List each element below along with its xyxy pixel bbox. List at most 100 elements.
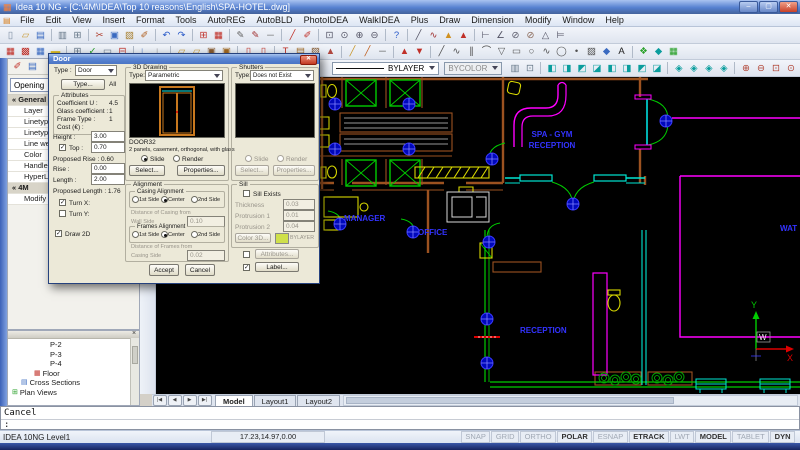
tab-last-button[interactable]: ▶| (198, 395, 212, 406)
status-toggle[interactable]: SNAP (461, 431, 490, 443)
insert-table-icon[interactable]: ⊞ (197, 29, 211, 42)
status-toggle[interactable]: GRID (491, 431, 519, 443)
image-tool-icon[interactable]: ▦ (667, 45, 681, 58)
top-checkbox[interactable] (59, 144, 66, 151)
scrollbar-thumb[interactable] (132, 346, 138, 364)
draw-line-icon[interactable]: ╱ (412, 29, 426, 42)
palette-modify-icon[interactable]: ✐ (11, 60, 25, 73)
casing-1st-side-radio[interactable] (132, 196, 139, 203)
menu-item[interactable]: Window (557, 15, 600, 25)
view-left-cube-icon[interactable]: ◩ (575, 62, 589, 75)
render-radio[interactable] (173, 155, 180, 162)
turn-y-checkbox[interactable] (59, 210, 66, 217)
frames-2nd-side-radio[interactable] (191, 231, 198, 238)
attributes-checkbox[interactable] (243, 251, 250, 258)
tree-item[interactable]: ▤Cross Sections (8, 378, 139, 388)
dialog-titlebar[interactable]: Door ✕ (49, 54, 319, 64)
view-bottom-cube-icon[interactable]: ◨ (560, 62, 574, 75)
3d-type-combo[interactable]: Parametric (145, 70, 223, 81)
tree-item[interactable]: P-4 (8, 359, 139, 369)
cancel-button[interactable]: Cancel (185, 264, 215, 276)
color-combo[interactable]: BYCOLOR (444, 62, 502, 75)
menu-item[interactable]: Help (600, 15, 630, 25)
status-toggle[interactable]: POLAR (557, 431, 592, 443)
menu-item[interactable]: Draw (434, 15, 466, 25)
plot-preview-icon[interactable]: ⊡ (523, 62, 537, 75)
view-right-cube-icon[interactable]: ◪ (590, 62, 604, 75)
minimize-button[interactable]: – (739, 1, 758, 13)
insert-sheet-icon[interactable]: ▦ (212, 29, 226, 42)
shutters-type-combo[interactable]: Does not Exist (250, 70, 314, 81)
wall-red-icon[interactable]: ▦ (4, 45, 18, 58)
dim-baseline-icon[interactable]: ⊨ (554, 29, 568, 42)
tri-down-icon[interactable]: ▼ (413, 45, 427, 58)
edit-pen-icon[interactable]: ✎ (249, 29, 263, 42)
tree-item[interactable]: P-2 (8, 340, 139, 350)
menu-item[interactable]: Modify (519, 15, 557, 25)
status-toggle[interactable]: MODEL (695, 431, 731, 443)
horizontal-scrollbar[interactable] (343, 395, 798, 406)
zoom-extents-icon[interactable]: ⊕ (739, 62, 753, 75)
tree-scrollbar[interactable] (130, 338, 139, 405)
layout-tab[interactable]: Model (215, 395, 253, 407)
zoom-realtime-icon[interactable]: ⊙ (338, 29, 352, 42)
no-circle-icon[interactable]: ⊘ (509, 29, 523, 42)
no-circle2-icon[interactable]: ⊘ (524, 29, 538, 42)
windows-taskbar[interactable] (0, 443, 800, 450)
block-tool-icon[interactable]: ◆ (600, 45, 614, 58)
select-button[interactable]: Select... (129, 165, 165, 176)
ruler2-icon[interactable]: ─ (376, 45, 390, 58)
maximize-button[interactable]: ▢ (759, 1, 778, 13)
match-properties-icon[interactable]: ✐ (138, 29, 152, 42)
rectangle-tool-icon[interactable]: ▭ (510, 45, 524, 58)
status-toggle[interactable]: TABLET (732, 431, 769, 443)
spline-tool-icon[interactable]: ∿ (540, 45, 554, 58)
pencil-red-icon[interactable]: ╱ (361, 45, 375, 58)
scrollbar-thumb[interactable] (346, 397, 674, 404)
view-diamond1-icon[interactable]: ◈ (672, 62, 686, 75)
command-input[interactable]: : (1, 420, 799, 429)
plot-icon[interactable]: ▥ (508, 62, 522, 75)
tri-up-icon[interactable]: ▲ (398, 45, 412, 58)
linetype-combo[interactable]: BYLAYER (332, 62, 439, 75)
zoom-in-icon[interactable]: ⊕ (353, 29, 367, 42)
type-button[interactable]: Type... (61, 79, 105, 90)
menu-item[interactable]: Format (130, 15, 170, 25)
turn-x-checkbox[interactable] (59, 199, 66, 206)
undo-icon[interactable]: ↶ (160, 29, 174, 42)
region-tool-icon[interactable]: ❖ (637, 45, 651, 58)
grid-blue-icon[interactable]: ▦ (34, 45, 48, 58)
menu-item[interactable]: File (15, 15, 41, 25)
door-type-combo[interactable]: Door (75, 65, 117, 76)
menu-item[interactable]: Insert (97, 15, 131, 25)
menu-item[interactable]: PhotoIDEA (298, 15, 354, 25)
zoom-window-icon[interactable]: ⊡ (323, 29, 337, 42)
casing-2nd-side-radio[interactable] (191, 196, 198, 203)
view-seiso-cube-icon[interactable]: ◪ (650, 62, 664, 75)
copy-icon[interactable]: ▣ (108, 29, 122, 42)
view-diamond2-icon[interactable]: ◈ (687, 62, 701, 75)
zoom-previous-icon[interactable]: ⊖ (754, 62, 768, 75)
wall-red2-icon[interactable]: ▩ (19, 45, 33, 58)
measure-icon[interactable]: ─ (264, 29, 278, 42)
text-tool-icon[interactable]: A (615, 45, 629, 58)
slide-radio[interactable] (141, 155, 148, 162)
close-button[interactable]: ✕ (779, 1, 798, 13)
view-back-cube-icon[interactable]: ◨ (620, 62, 634, 75)
edit-pencil-icon[interactable]: ✎ (234, 29, 248, 42)
view-diamond4-icon[interactable]: ◈ (717, 62, 731, 75)
tab-next-button[interactable]: ▶ (183, 395, 197, 406)
print-icon[interactable]: ▥ (56, 29, 70, 42)
palette-props-icon[interactable]: ▤ (26, 60, 40, 73)
paste-icon[interactable]: ▧ (123, 29, 137, 42)
ellipse-tool-icon[interactable]: ◯ (555, 45, 569, 58)
label-checkbox[interactable] (243, 264, 250, 271)
tree-item[interactable]: P-3 (8, 350, 139, 360)
status-toggle[interactable]: LWT (670, 431, 694, 443)
tab-prev-button[interactable]: ◀ (168, 395, 182, 406)
menu-item[interactable]: Dimension (466, 15, 520, 25)
zoom-dynamic-icon[interactable]: ⊙ (784, 62, 798, 75)
zoom-out-icon[interactable]: ⊖ (368, 29, 382, 42)
menu-item[interactable]: View (67, 15, 97, 25)
view-swiso-cube-icon[interactable]: ◩ (635, 62, 649, 75)
